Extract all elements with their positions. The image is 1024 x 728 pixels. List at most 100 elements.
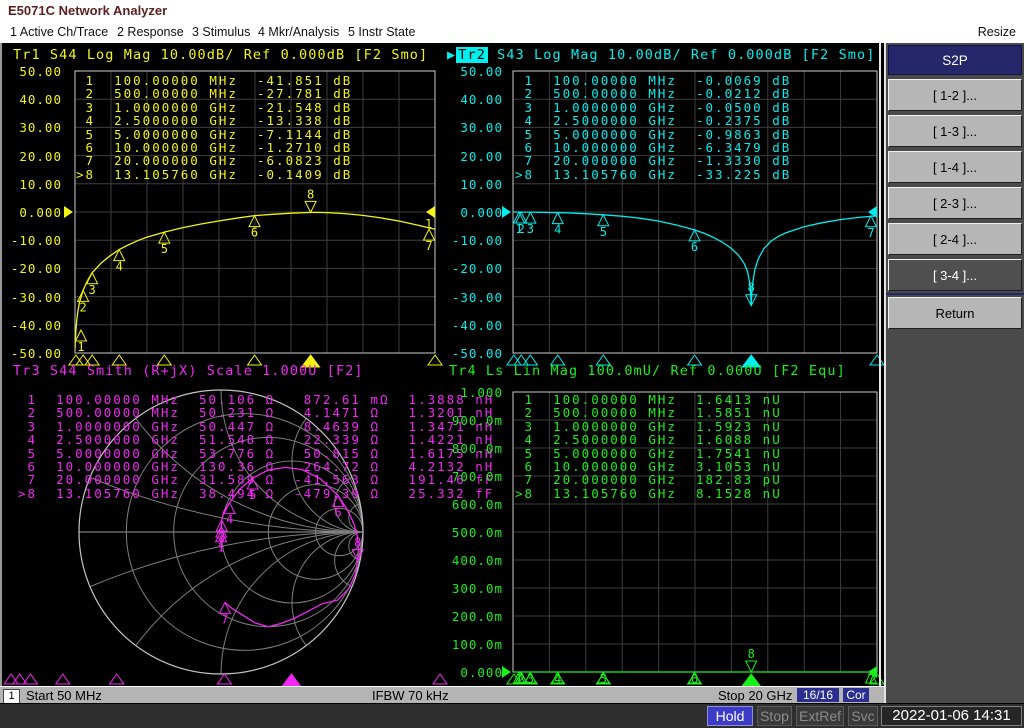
start-frequency-label[interactable]: Start 50 MHz	[26, 688, 102, 703]
softkey-1-3[interactable]: [ 1-3 ]...	[888, 115, 1022, 147]
tr3-marker-row: 4 2.5000000 GHz 51.548 Ω 22.339 Ω 1.4221…	[18, 433, 494, 446]
svg-text:8: 8	[307, 187, 314, 201]
tr1-y-tick: 20.00	[0, 149, 62, 163]
tr2-y-tick: 0.000	[441, 205, 503, 219]
softkey-1-2[interactable]: [ 1-2 ]...	[888, 79, 1022, 111]
stop-frequency-label[interactable]: Stop 20 GHz	[718, 688, 792, 703]
svg-text:2: 2	[80, 300, 87, 314]
svg-text:3: 3	[89, 283, 96, 297]
tr2-marker-row: >8 13.105760 GHz -33.225 dB	[515, 168, 791, 181]
tr2-marker-table: 1 100.00000 MHz -0.0069 dB 2 500.00000 M…	[515, 74, 791, 181]
menu-mkr-analysis[interactable]: 4 Mkr/Analysis	[258, 25, 339, 39]
window-title: E5071C Network Analyzer	[8, 3, 167, 18]
softkey-2-4[interactable]: [ 2-4 ]...	[888, 223, 1022, 255]
tr4-y-tick: 800.0m	[441, 441, 503, 455]
tr4-y-tick: 1.000	[441, 385, 503, 399]
tr1-y-tick: -30.00	[0, 290, 62, 304]
tr3-marker-row: 7 20.000000 GHz 31.589 Ω -41.563 Ω 191.4…	[18, 473, 494, 486]
svg-text:5: 5	[600, 225, 607, 239]
softkey-3-4[interactable]: [ 3-4 ]...	[888, 259, 1022, 291]
svg-text:6: 6	[334, 505, 341, 519]
tr3-name: Tr3	[13, 363, 41, 379]
tr2-y-tick: 20.00	[441, 149, 503, 163]
svg-text:6: 6	[251, 226, 258, 240]
tr4-marker-table: 1 100.00000 MHz 1.6413 nU 2 500.00000 MH…	[515, 393, 782, 500]
extref-indicator: ExtRef	[796, 706, 844, 726]
tr3-marker-table: 1 100.00000 MHz 50.106 Ω 872.61 mΩ 1.388…	[18, 393, 494, 500]
resize-button[interactable]: Resize	[978, 25, 1016, 39]
status-bar: 1 Start 50 MHz IFBW 70 kHz Stop 20 GHz 1…	[0, 686, 884, 703]
softkey-2-3[interactable]: [ 2-3 ]...	[888, 187, 1022, 219]
tr1-y-tick: -50.00	[0, 346, 62, 360]
tr2-y-tick: -30.00	[441, 290, 503, 304]
tr1-marker-row: 4 2.5000000 GHz -13.338 dB	[76, 114, 352, 127]
tr1-y-tick: 50.00	[0, 64, 62, 78]
active-trace-arrow-icon: ▶	[447, 47, 456, 63]
menu-stimulus[interactable]: 3 Stimulus	[192, 25, 250, 39]
tr4-header-text: Ls Lin Mag 100.0mU/ Ref 0.000U [F2 Equ]	[477, 363, 846, 379]
tr1-header: Tr1 S44 Log Mag 10.00dB/ Ref 0.000dB [F2…	[13, 47, 428, 62]
tr2-y-tick: -40.00	[441, 318, 503, 332]
tr3-header-text: S44 Smith (R+jX) Scale 1.000U [F2]	[41, 363, 364, 379]
svc-indicator: Svc	[848, 706, 878, 726]
svg-text:3: 3	[218, 530, 225, 544]
tr4-y-tick: 600.0m	[441, 497, 503, 511]
tr1-y-tick: -10.00	[0, 233, 62, 247]
tr2-marker-row: 3 1.0000000 GHz -0.0500 dB	[515, 101, 791, 114]
tr3-marker-row: 6 10.000000 GHz 130.36 Ω 264.72 Ω 4.2132…	[18, 460, 494, 473]
softkey-menu-title: S2P	[888, 45, 1022, 75]
svg-text:8: 8	[354, 536, 361, 550]
tr4-y-tick: 400.0m	[441, 553, 503, 567]
ifbw-label[interactable]: IFBW 70 kHz	[372, 688, 449, 703]
tr1-y-tick: 10.00	[0, 177, 62, 191]
correction-badge: Cor	[843, 688, 869, 702]
tr1-edge-label: 1	[425, 217, 432, 231]
tr4-y-tick: 500.0m	[441, 525, 503, 539]
tr4-marker-row: 7 20.000000 GHz 182.83 pU	[515, 473, 782, 486]
tr2-header: ▶Tr2 S43 Log Mag 10.00dB/ Ref 0.000dB [F…	[447, 47, 875, 62]
tr1-marker-row: 1 100.00000 MHz -41.851 dB	[76, 74, 352, 87]
svg-text:5: 5	[161, 242, 168, 256]
softkey-1-4[interactable]: [ 1-4 ]...	[888, 151, 1022, 183]
tr4-y-tick: 200.0m	[441, 609, 503, 623]
svg-text:8: 8	[748, 281, 755, 295]
svg-text:2: 2	[518, 222, 525, 236]
menu-response[interactable]: 2 Response	[117, 25, 184, 39]
tr3-marker-row: 2 500.00000 MHz 50.231 Ω 4.1471 Ω 1.3201…	[18, 406, 494, 419]
lcd-right-border	[879, 43, 881, 686]
tr1-marker-row: 3 1.0000000 GHz -21.548 dB	[76, 101, 352, 114]
tr4-y-tick: 700.0m	[441, 469, 503, 483]
menu-bar: 1 Active Ch/Trace 2 Response 3 Stimulus …	[0, 22, 1024, 43]
tr4-marker-row: 1 100.00000 MHz 1.6413 nU	[515, 393, 782, 406]
menu-instr-state[interactable]: 5 Instr State	[348, 25, 415, 39]
tr1-marker-row: >8 13.105760 GHz -0.1409 dB	[76, 168, 352, 181]
tr4-y-tick: 300.0m	[441, 581, 503, 595]
tr2-marker-row: 2 500.00000 MHz -0.0212 dB	[515, 87, 791, 100]
tr4-y-tick: 0.000	[441, 665, 503, 679]
svg-text:7: 7	[425, 239, 432, 253]
tr2-marker-row: 4 2.5000000 GHz -0.2375 dB	[515, 114, 791, 127]
tr1-marker-row: 5 5.0000000 GHz -7.1144 dB	[76, 128, 352, 141]
tr1-marker-table: 1 100.00000 MHz -41.851 dB 2 500.00000 M…	[76, 74, 352, 181]
tr2-y-tick: -10.00	[441, 233, 503, 247]
tr4-marker-row: >8 13.105760 GHz 8.1528 nU	[515, 487, 782, 500]
tr3-marker-row: >8 13.105760 GHz 38.494 Ω -479.39 Ω 25.3…	[18, 487, 494, 500]
tr2-name: Tr2	[456, 47, 488, 63]
lcd-screen: 12345678123456781234567812345678 Tr1 S44…	[0, 43, 884, 686]
window-left-border	[0, 43, 2, 686]
softkey-sidebar: S2P [ 1-2 ]... [ 1-3 ]... [ 1-4 ]... [ 2-3 …	[884, 43, 1024, 703]
svg-text:7: 7	[221, 612, 228, 626]
datetime-display: 2022-01-06 14:31	[881, 706, 1022, 726]
tr4-marker-row: 5 5.0000000 GHz 1.7541 nU	[515, 447, 782, 460]
channel-number-badge: 1	[3, 689, 20, 704]
svg-text:8: 8	[748, 647, 755, 661]
tr1-y-tick: -40.00	[0, 318, 62, 332]
svg-text:4: 4	[116, 260, 123, 274]
softkey-return[interactable]: Return	[888, 297, 1022, 329]
tr1-header-text: S44 Log Mag 10.00dB/ Ref 0.000dB [F2 Smo…	[41, 47, 429, 63]
menu-active-ch-trace[interactable]: 1 Active Ch/Trace	[10, 25, 108, 39]
svg-text:4: 4	[226, 513, 233, 527]
tr2-marker-row: 7 20.000000 GHz -1.3330 dB	[515, 154, 791, 167]
app-window: E5071C Network Analyzer 1 Active Ch/Trac…	[0, 0, 1024, 728]
tr1-y-tick: -20.00	[0, 261, 62, 275]
